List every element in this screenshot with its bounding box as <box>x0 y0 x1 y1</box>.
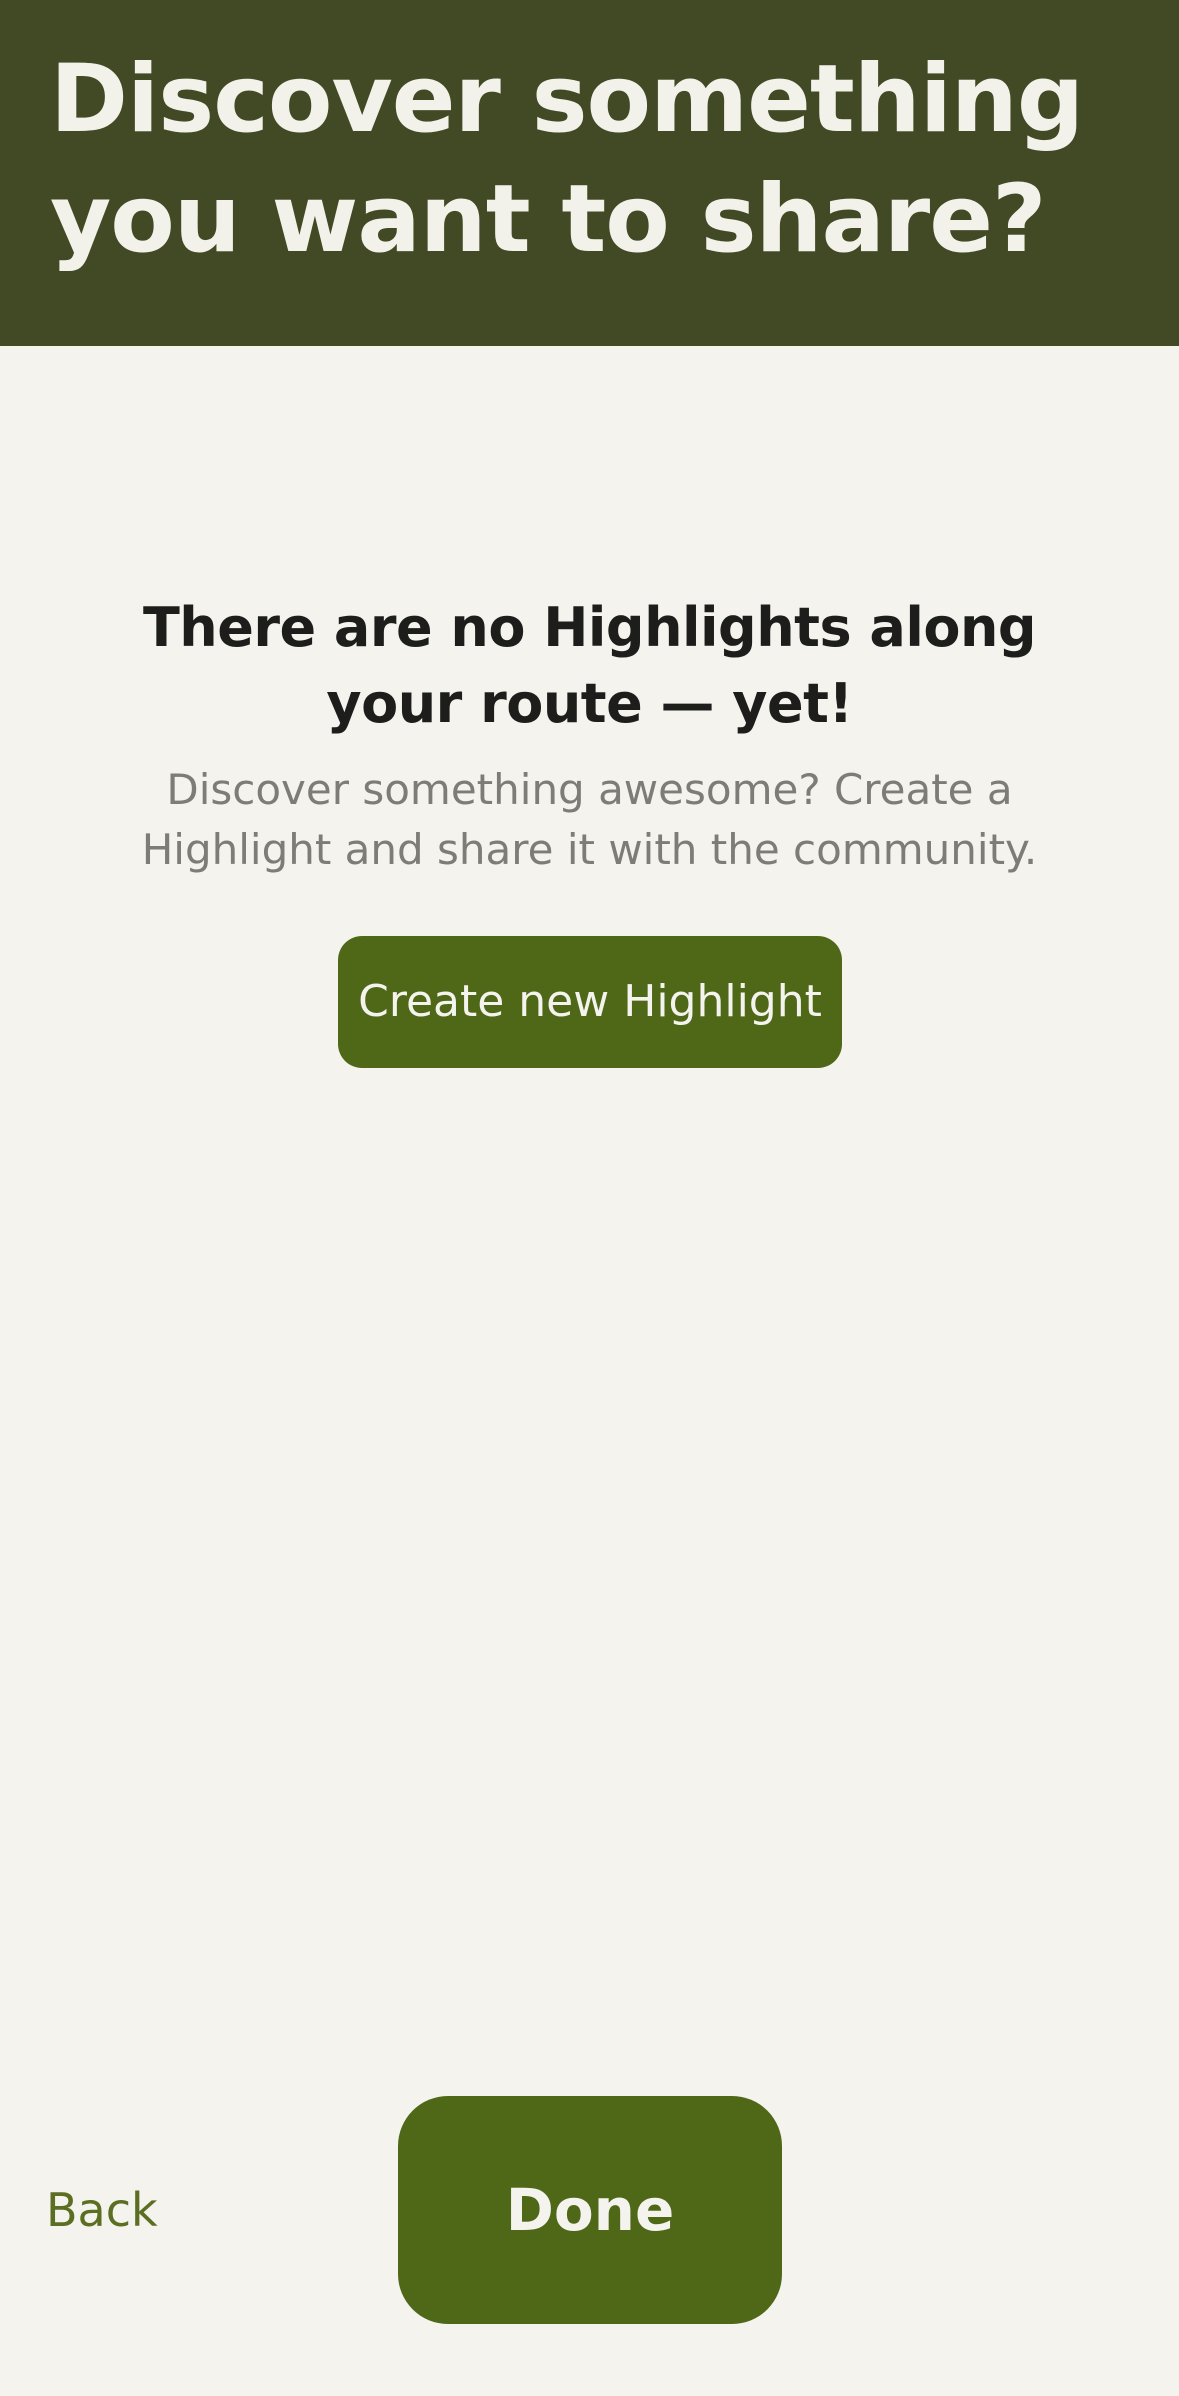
create-highlight-button[interactable]: Create new Highlight <box>338 936 842 1068</box>
page-title: Discover something you want to share? <box>50 45 1084 274</box>
back-button[interactable]: Back <box>46 2180 158 2240</box>
empty-state-description: Discover something awesome? Create a Hig… <box>141 765 1038 874</box>
header: Discover something you want to share? <box>0 0 1179 346</box>
empty-state-title: There are no Highlights along your route… <box>142 596 1037 735</box>
empty-state: There are no Highlights along your route… <box>0 590 1179 880</box>
done-button[interactable]: Done <box>398 2096 782 2324</box>
